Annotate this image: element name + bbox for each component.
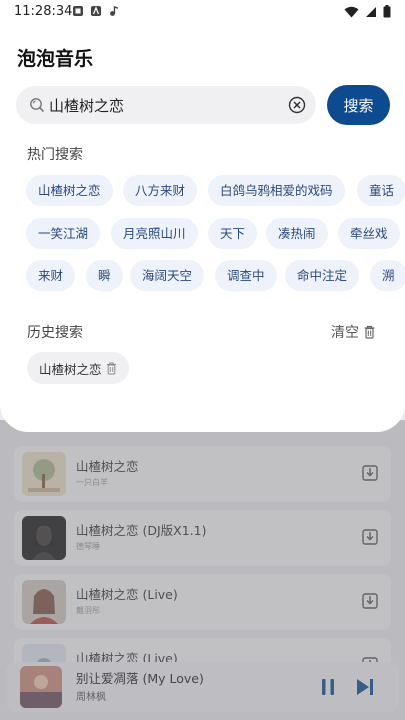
download-icon[interactable] — [361, 592, 379, 610]
hot-search-chip[interactable]: 白鸽乌鸦相爱的戏码 — [208, 175, 345, 206]
search-sheet: 11:28:34 泡泡音乐 搜索 热门搜索 山楂树之恋 八方来财 白鸽乌鸦相爱的… — [0, 0, 405, 432]
result-item[interactable]: 山楂树之恋 (Live) 戴羽彤 — [14, 574, 391, 630]
hot-search-chip[interactable]: 溯 — [370, 260, 405, 291]
song-title: 山楂树之恋 — [76, 459, 139, 474]
battery-icon — [383, 5, 391, 18]
status-time: 11:28:34 — [14, 4, 73, 19]
hot-search-chip[interactable]: 海阔天空 — [130, 260, 205, 291]
skip-next-icon[interactable] — [354, 676, 376, 698]
notification-icon — [73, 6, 83, 16]
pause-icon[interactable] — [318, 676, 338, 698]
hot-search-chip[interactable]: 来财 — [26, 260, 76, 291]
hot-search-chip[interactable]: 八方来财 — [123, 175, 198, 206]
hot-search-chip[interactable]: 调查中 — [215, 260, 277, 291]
search-input[interactable] — [49, 94, 279, 116]
now-playing-artist: 周林枫 — [76, 692, 106, 703]
search-box[interactable] — [16, 86, 316, 124]
trash-icon — [364, 325, 375, 339]
download-icon[interactable] — [361, 464, 379, 482]
app-notification-icon — [91, 6, 101, 16]
hot-search-chip[interactable]: 山楂树之恋 — [26, 175, 113, 206]
history-title: 历史搜索 — [27, 325, 83, 341]
hot-search-chip[interactable]: 命中注定 — [285, 260, 360, 291]
history-chip-label: 山楂树之恋 — [39, 361, 102, 377]
download-icon[interactable] — [361, 528, 379, 546]
history-chip[interactable]: 山楂树之恋 — [27, 352, 129, 384]
music-notification-icon — [110, 6, 119, 16]
hot-search-chip[interactable]: 牵丝戏 — [338, 218, 400, 249]
delete-history-icon[interactable] — [106, 362, 117, 375]
hot-search-chip[interactable]: 天下 — [208, 218, 258, 249]
now-playing-cover — [20, 666, 62, 708]
song-title: 山楂树之恋 (DJ版X1.1) — [76, 523, 207, 538]
result-item[interactable]: 山楂树之恋 一只白羊 — [14, 446, 391, 502]
clear-history-label: 清空 — [331, 325, 359, 341]
status-bar: 11:28:34 — [0, 0, 405, 24]
song-artist: 德琴睡 — [76, 542, 100, 551]
result-item[interactable]: 山楂树之恋 (DJ版X1.1) 德琴睡 — [14, 510, 391, 566]
signal-icon — [366, 6, 376, 17]
search-button[interactable]: 搜索 — [327, 85, 390, 125]
hot-search-chip[interactable]: 一笑江湖 — [26, 218, 101, 249]
wifi-icon — [344, 6, 359, 17]
song-title: 山楂树之恋 (Live) — [76, 587, 178, 602]
app-title: 泡泡音乐 — [17, 48, 94, 70]
album-cover — [22, 516, 66, 560]
now-playing-title: 别让爱凋落 (My Love) — [76, 671, 204, 686]
song-artist: 戴羽彤 — [76, 606, 100, 615]
hot-search-chip[interactable]: 童话 — [357, 175, 405, 206]
hot-search-chip[interactable]: 瞬 — [86, 260, 123, 291]
song-artist: 一只白羊 — [76, 478, 108, 487]
hot-search-chip[interactable]: 凑热闹 — [266, 218, 328, 249]
mini-player[interactable]: 别让爱凋落 (My Love) 周林枫 — [6, 662, 399, 712]
album-cover — [22, 580, 66, 624]
search-icon — [30, 98, 45, 113]
album-cover — [22, 452, 66, 496]
clear-history-button[interactable]: 清空 — [331, 322, 376, 342]
hot-search-chip[interactable]: 月亮照山川 — [111, 218, 198, 249]
hot-search-title: 热门搜索 — [27, 147, 83, 163]
clear-input-icon[interactable] — [288, 96, 306, 114]
